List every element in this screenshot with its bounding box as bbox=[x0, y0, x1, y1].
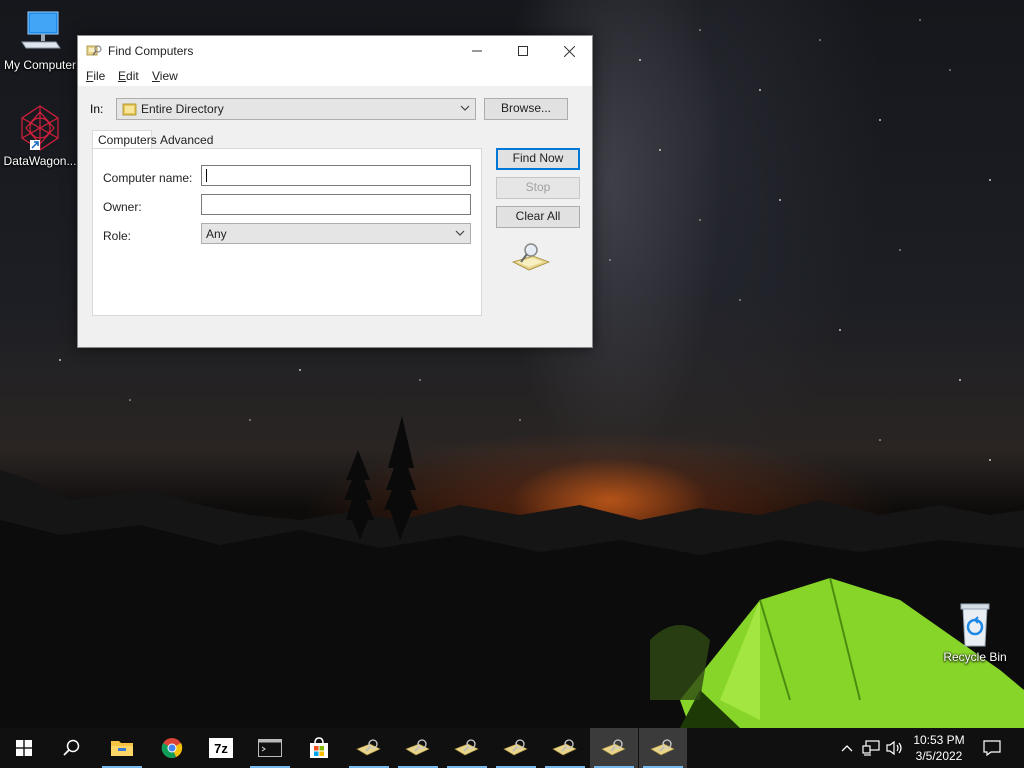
search-icon bbox=[63, 739, 80, 756]
role-dropdown[interactable]: Any bbox=[201, 223, 471, 244]
menu-edit[interactable]: Edit bbox=[118, 69, 139, 83]
find-computers-icon bbox=[454, 739, 479, 756]
taskbar-find-computers-6[interactable] bbox=[590, 728, 638, 768]
taskbar-find-computers-1[interactable] bbox=[345, 728, 393, 768]
chevron-down-icon bbox=[455, 230, 465, 236]
taskbar-find-computers-2[interactable] bbox=[394, 728, 442, 768]
computer-icon bbox=[16, 8, 64, 56]
clock-date: 3/5/2022 bbox=[915, 749, 963, 763]
menu-view[interactable]: View bbox=[152, 69, 178, 83]
tab-computers[interactable]: Computers bbox=[92, 130, 157, 149]
computer-name-input[interactable] bbox=[201, 165, 471, 186]
7zip-icon: 7z bbox=[209, 738, 233, 758]
close-icon bbox=[563, 45, 575, 57]
find-computers-icon bbox=[405, 739, 430, 756]
computer-name-label: Computer name: bbox=[103, 171, 193, 185]
browse-button[interactable]: Browse... bbox=[484, 98, 568, 120]
taskbar-find-computers-7[interactable] bbox=[639, 728, 687, 768]
in-label: In: bbox=[90, 102, 104, 116]
find-computers-window: Find Computers File Edit View In: Entire… bbox=[77, 35, 593, 348]
file-explorer-icon bbox=[111, 741, 133, 756]
chevron-up-icon bbox=[841, 745, 853, 752]
tab-panel-computers: Computer name: Owner: Role: Any bbox=[92, 148, 482, 316]
tray-volume-button[interactable] bbox=[884, 728, 906, 768]
datawagon-icon bbox=[16, 104, 64, 152]
find-computers-icon bbox=[503, 739, 528, 756]
tray-network-button[interactable] bbox=[860, 728, 882, 768]
owner-label: Owner: bbox=[103, 200, 142, 214]
store-icon bbox=[310, 737, 328, 758]
svg-text:7z: 7z bbox=[214, 741, 228, 756]
find-computers-icon bbox=[356, 739, 381, 756]
minimize-icon bbox=[472, 50, 482, 52]
role-dropdown-value: Any bbox=[206, 227, 227, 241]
recycle-bin-icon bbox=[951, 600, 999, 648]
find-computers-icon bbox=[552, 739, 577, 756]
close-button[interactable] bbox=[546, 36, 592, 66]
in-dropdown[interactable]: Entire Directory bbox=[116, 98, 476, 120]
in-dropdown-value: Entire Directory bbox=[141, 102, 224, 116]
clock[interactable]: 10:53 PM 3/5/2022 bbox=[904, 732, 974, 764]
tray-overflow-button[interactable] bbox=[836, 728, 858, 768]
directory-icon bbox=[122, 103, 137, 116]
desktop-icon-my-computer[interactable]: My Computer bbox=[0, 8, 80, 72]
owner-input[interactable] bbox=[201, 194, 471, 215]
notification-icon bbox=[983, 740, 1001, 756]
find-computers-icon bbox=[650, 739, 675, 756]
maximize-button[interactable] bbox=[500, 36, 546, 66]
desktop-icon-datawagon[interactable]: DataWagon... bbox=[0, 104, 80, 168]
menu-file[interactable]: File bbox=[86, 69, 105, 83]
maximize-icon bbox=[518, 46, 528, 56]
window-title: Find Computers bbox=[108, 44, 194, 58]
taskbar-find-computers-5[interactable] bbox=[541, 728, 589, 768]
search-animation-icon bbox=[511, 242, 551, 274]
title-bar[interactable]: Find Computers bbox=[78, 36, 592, 66]
chrome-icon bbox=[161, 738, 183, 758]
stop-button[interactable]: Stop bbox=[496, 177, 580, 199]
taskbar-chrome[interactable] bbox=[148, 728, 196, 768]
chevron-down-icon bbox=[460, 105, 470, 111]
taskbar-find-computers-4[interactable] bbox=[492, 728, 540, 768]
clear-all-button[interactable]: Clear All bbox=[496, 206, 580, 228]
taskbar-find-computers-3[interactable] bbox=[443, 728, 491, 768]
start-button[interactable] bbox=[0, 728, 48, 768]
minimize-button[interactable] bbox=[454, 36, 500, 66]
find-now-button[interactable]: Find Now bbox=[496, 148, 580, 170]
clock-time: 10:53 PM bbox=[913, 733, 965, 747]
start-icon bbox=[16, 740, 32, 756]
desktop-icon-recycle-bin[interactable]: Recycle Bin bbox=[935, 600, 1015, 664]
taskbar-7zip[interactable]: 7z bbox=[197, 728, 245, 768]
taskbar-search-button[interactable] bbox=[48, 728, 96, 768]
find-computers-app-icon bbox=[86, 43, 102, 59]
tab-advanced[interactable]: Advanced bbox=[158, 133, 218, 149]
find-computers-icon bbox=[601, 739, 626, 756]
text-caret bbox=[206, 169, 207, 182]
role-label: Role: bbox=[103, 229, 132, 243]
network-icon bbox=[862, 740, 880, 756]
taskbar: 7z 10:53 PM 3/5/2022 bbox=[0, 728, 1024, 768]
taskbar-file-explorer[interactable] bbox=[98, 728, 146, 768]
action-center-button[interactable] bbox=[978, 728, 1006, 768]
taskbar-terminal[interactable] bbox=[246, 728, 294, 768]
menu-bar: File Edit View bbox=[78, 66, 592, 86]
taskbar-store[interactable] bbox=[295, 728, 343, 768]
terminal-icon bbox=[258, 739, 282, 757]
volume-icon bbox=[886, 740, 902, 756]
